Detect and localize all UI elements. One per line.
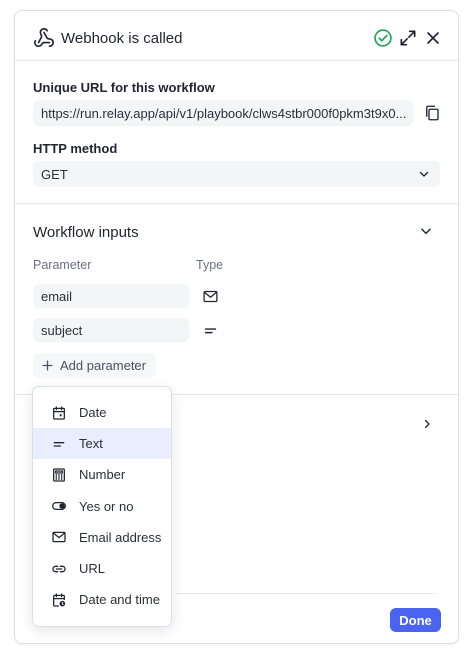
mail-icon[interactable]	[202, 288, 219, 305]
http-method-value: GET	[41, 167, 68, 182]
chevron-down-icon[interactable]	[419, 224, 433, 238]
footer-divider	[175, 593, 435, 594]
plus-icon	[42, 360, 53, 371]
parameter-name-input[interactable]: email	[33, 284, 189, 308]
menu-item-label: Email address	[79, 529, 162, 545]
parameter-name-input[interactable]: subject	[33, 318, 189, 342]
done-button[interactable]: Done	[390, 608, 441, 632]
add-parameter-button[interactable]: Add parameter	[33, 353, 156, 378]
menu-item-label: Number	[79, 467, 126, 483]
panel-header: Webhook is called	[15, 11, 458, 61]
chevron-down-icon	[419, 171, 429, 177]
toggle-icon	[52, 502, 66, 511]
mail-icon	[52, 532, 66, 543]
menu-item-date-and-time[interactable]: Date and time	[33, 584, 171, 615]
chevron-right-icon[interactable]	[421, 417, 433, 431]
menu-item-url[interactable]: URL	[33, 553, 171, 584]
workflow-inputs-title: Workflow inputs	[33, 224, 139, 241]
menu-item-text[interactable]: Text	[33, 428, 171, 460]
menu-item-date[interactable]: Date	[33, 397, 171, 428]
link-icon	[52, 565, 66, 572]
copy-icon[interactable]	[423, 104, 441, 122]
http-method-label: HTTP method	[33, 141, 118, 156]
text-lines-icon[interactable]	[202, 322, 219, 339]
webhook-icon	[34, 28, 54, 48]
menu-item-label: Yes or no	[79, 498, 134, 514]
parameter-type-menu: Date Text Number Yes or no Email address	[32, 386, 172, 627]
http-method-select[interactable]: GET	[33, 161, 440, 187]
url-label: Unique URL for this workflow	[33, 80, 215, 95]
calendar-icon	[53, 405, 65, 420]
menu-item-number[interactable]: Number	[33, 459, 171, 490]
expand-icon[interactable]	[398, 28, 418, 48]
menu-item-yes-or-no[interactable]: Yes or no	[33, 491, 171, 522]
parameter-column-header: Parameter	[33, 258, 92, 272]
menu-item-label: Date and time	[79, 592, 160, 608]
close-icon[interactable]	[423, 28, 443, 48]
menu-item-label: URL	[79, 561, 106, 577]
section-divider	[15, 203, 458, 204]
check-circle-icon	[374, 29, 392, 47]
menu-item-label: Date	[79, 405, 107, 421]
menu-item-label: Text	[79, 436, 103, 452]
type-column-header: Type	[196, 258, 224, 272]
calendar-clock-icon	[53, 593, 66, 607]
text-lines-icon	[53, 441, 65, 447]
calculator-icon	[53, 468, 65, 482]
add-parameter-label: Add parameter	[60, 358, 146, 373]
panel-title: Webhook is called	[61, 30, 183, 47]
webhook-url-field[interactable]: https://run.relay.app/api/v1/playbook/cl…	[33, 100, 413, 126]
menu-item-email-address[interactable]: Email address	[33, 522, 171, 553]
